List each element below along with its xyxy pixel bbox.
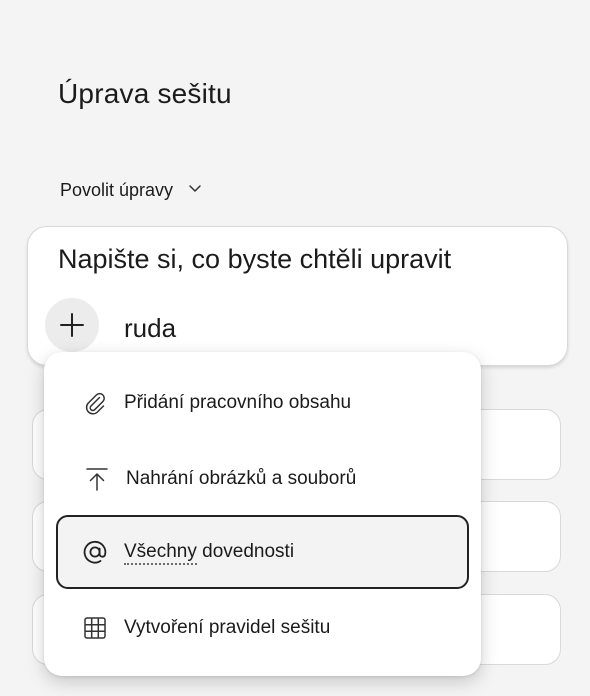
prompt-heading: Napište si, co byste chtěli upravit — [58, 244, 452, 274]
upload-icon — [84, 466, 110, 492]
plus-icon — [60, 313, 84, 337]
menu-item-label: Všechny dovednosti — [124, 541, 295, 565]
menu-item-create-rules[interactable]: Vytvoření pravidel sešitu — [56, 591, 469, 665]
edit-mode-label: Povolit úpravy — [60, 180, 174, 200]
attachment-menu: Přidání pracovního obsahu Nahrání obrázk… — [44, 352, 481, 676]
menu-item-upload-files[interactable]: Nahrání obrázků a souborů — [56, 442, 469, 516]
menu-item-label: Nahrání obrázků a souborů — [126, 468, 357, 489]
chevron-down-icon — [189, 184, 201, 192]
menu-item-label: Přidání pracovního obsahu — [124, 392, 352, 413]
menu-item-add-work-content[interactable]: Přidání pracovního obsahu — [56, 366, 469, 440]
prompt-card: Napište si, co byste chtěli upravit ruda — [27, 226, 568, 366]
spellcheck-word: Všechny — [124, 541, 197, 565]
add-attachment-button[interactable] — [45, 298, 99, 352]
edit-mode-dropdown[interactable]: Povolit úpravy — [60, 180, 203, 201]
prompt-input[interactable]: ruda — [124, 313, 176, 344]
table-grid-icon — [82, 615, 108, 641]
at-icon — [82, 539, 108, 565]
page: Úprava sešitu Povolit úpravy Napište si,… — [0, 0, 590, 696]
page-title: Úprava sešitu — [58, 78, 232, 109]
menu-item-label-rest: dovednosti — [196, 541, 295, 562]
menu-item-label: Vytvoření pravidel sešitu — [124, 617, 331, 638]
menu-item-all-skills[interactable]: Všechny dovednosti — [56, 515, 469, 589]
paperclip-icon — [82, 390, 108, 416]
